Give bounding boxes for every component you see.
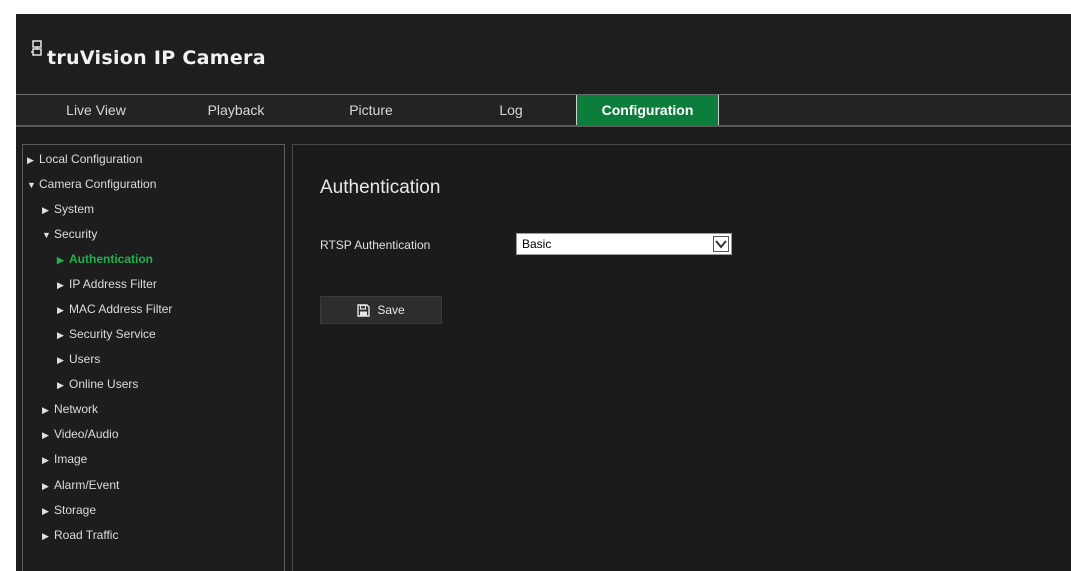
sidebar-item-mac-address-filter[interactable]: ▶ MAC Address Filter	[57, 299, 172, 319]
sidebar-item-online-users[interactable]: ▶ Online Users	[57, 374, 138, 394]
floppy-disk-icon	[357, 303, 371, 317]
select-value: Basic	[522, 237, 552, 251]
main-nav: Live View Playback Picture Log Configura…	[16, 95, 1071, 125]
expand-arrow-icon: ▶	[57, 280, 64, 290]
sidebar-item-network[interactable]: ▶ Network	[42, 399, 98, 419]
header: truVision IP Camera	[16, 14, 1071, 94]
sidebar-item-label: MAC Address Filter	[69, 302, 173, 316]
sidebar-item-users[interactable]: ▶ Users	[57, 349, 100, 369]
sidebar-item-image[interactable]: ▶ Image	[42, 449, 87, 469]
sidebar-item-storage[interactable]: ▶ Storage	[42, 500, 96, 520]
expand-arrow-icon: ▶	[57, 355, 64, 365]
page-title: Authentication	[320, 177, 441, 198]
content-panel: Authentication RTSP Authentication Basic…	[292, 144, 1071, 571]
chevron-down-icon[interactable]	[713, 236, 729, 252]
sidebar-item-label: IP Address Filter	[69, 277, 157, 291]
expand-arrow-icon: ▶	[57, 255, 64, 265]
sidebar-item-label: Users	[69, 352, 101, 366]
sidebar-item-label: Security Service	[69, 327, 156, 341]
sidebar-item-authentication[interactable]: ▶ Authentication	[57, 249, 153, 269]
expand-arrow-icon: ▶	[57, 305, 64, 315]
expand-arrow-icon: ▶	[42, 205, 49, 215]
brand-name: truVision IP Camera	[47, 47, 266, 69]
network-logo-icon	[31, 40, 42, 56]
expand-arrow-icon: ▶	[42, 531, 49, 541]
sidebar-item-label: Video/Audio	[54, 427, 119, 441]
sidebar-item-label: Authentication	[69, 252, 153, 266]
rtsp-authentication-label: RTSP Authentication	[320, 238, 431, 252]
expand-arrow-icon: ▶	[42, 405, 49, 415]
sidebar-item-alarm-event[interactable]: ▶ Alarm/Event	[42, 475, 119, 495]
expand-arrow-icon: ▶	[42, 455, 49, 465]
sidebar-item-video-audio[interactable]: ▶ Video/Audio	[42, 424, 119, 444]
tab-log[interactable]: Log	[446, 95, 576, 125]
sidebar-item-security-service[interactable]: ▶ Security Service	[57, 324, 156, 344]
expand-arrow-icon: ▶	[42, 430, 49, 440]
sidebar-item-label: Local Configuration	[39, 152, 143, 166]
save-button[interactable]: Save	[320, 296, 442, 324]
sidebar-item-label: Network	[54, 402, 99, 416]
app-frame: truVision IP Camera Live View Playback P…	[16, 14, 1071, 571]
sidebar-item-local-configuration[interactable]: ▶ Local Configuration	[27, 149, 142, 169]
rtsp-authentication-select[interactable]: Basic	[516, 233, 732, 255]
expand-arrow-icon: ▶	[27, 155, 34, 165]
expand-arrow-icon: ▶	[57, 330, 64, 340]
tab-picture[interactable]: Picture	[296, 95, 446, 125]
sidebar-item-label: Camera Configuration	[39, 177, 157, 191]
sidebar-item-label: Alarm/Event	[54, 478, 120, 492]
tab-live-view[interactable]: Live View	[16, 95, 176, 125]
collapse-arrow-icon: ▼	[42, 230, 51, 240]
sidebar-item-road-traffic[interactable]: ▶ Road Traffic	[42, 525, 118, 545]
sidebar-item-label: Road Traffic	[54, 528, 119, 542]
sidebar-tree: ▶ Local Configuration ▼ Camera Configurati…	[22, 144, 285, 571]
sidebar-item-system[interactable]: ▶ System	[42, 199, 94, 219]
sidebar-item-ip-address-filter[interactable]: ▶ IP Address Filter	[57, 274, 157, 294]
tab-playback[interactable]: Playback	[176, 95, 296, 125]
sidebar-item-label: Security	[54, 227, 98, 241]
sidebar-item-label: System	[54, 202, 95, 216]
collapse-arrow-icon: ▼	[27, 180, 36, 190]
sidebar-item-camera-configuration[interactable]: ▼ Camera Configuration	[27, 174, 156, 194]
save-button-label: Save	[377, 303, 405, 317]
sidebar-item-label: Online Users	[69, 377, 139, 391]
sidebar-item-label: Image	[54, 452, 88, 466]
expand-arrow-icon: ▶	[42, 506, 49, 516]
tab-configuration[interactable]: Configuration	[576, 95, 719, 125]
nav-divider-bottom	[16, 125, 1071, 127]
expand-arrow-icon: ▶	[57, 380, 64, 390]
expand-arrow-icon: ▶	[42, 481, 49, 491]
logo: truVision IP Camera	[30, 40, 266, 69]
sidebar-item-label: Storage	[54, 503, 97, 517]
sidebar-item-security[interactable]: ▼ Security	[42, 224, 97, 244]
